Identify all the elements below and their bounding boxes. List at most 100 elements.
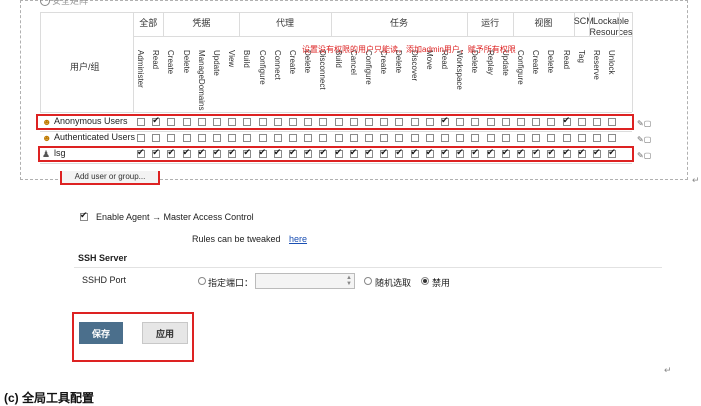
- permission-checkbox[interactable]: [608, 134, 617, 142]
- agent-access-checkbox[interactable]: [80, 210, 88, 221]
- column-header: Create: [531, 50, 541, 75]
- column-header: Unlock: [607, 50, 617, 75]
- column-header: Workspace: [455, 50, 465, 90]
- fixed-port-label: 指定端口：: [208, 278, 254, 288]
- permission-checkbox[interactable]: [334, 134, 343, 142]
- annotation-text: 设置没有权限的用户只能读，添加admin用户，赋予所有权限: [302, 45, 516, 54]
- column-header: Reserve: [592, 50, 601, 80]
- permission-checkbox[interactable]: [562, 134, 571, 142]
- paragraph-mark-icon: ↵: [692, 175, 700, 185]
- permission-checkbox[interactable]: [228, 134, 237, 142]
- anonymous-row-highlight: [36, 114, 634, 130]
- permission-checkbox[interactable]: [243, 134, 252, 142]
- column-header: Read: [440, 50, 449, 70]
- principal-header: 用户/组: [70, 62, 100, 72]
- permission-checkbox[interactable]: [441, 134, 449, 142]
- permission-checkbox[interactable]: [319, 134, 328, 142]
- random-port-label: 随机选取: [375, 278, 412, 288]
- paragraph-mark-icon: ↵: [664, 365, 672, 375]
- radio-disable[interactable]: [421, 277, 429, 285]
- permission-checkbox[interactable]: [456, 134, 465, 142]
- column-header: Tag: [576, 50, 586, 63]
- column-header: Move: [424, 50, 434, 70]
- row-actions-icon[interactable]: ✎▢: [637, 135, 651, 144]
- port-input[interactable]: ▲ ▼: [255, 273, 355, 289]
- agent-access-label: Enable Agent → Master Access Control: [96, 212, 254, 222]
- column-header: View: [227, 50, 237, 68]
- row-actions-icon[interactable]: ✎▢: [637, 151, 651, 160]
- column-header: Delete: [303, 50, 313, 74]
- column-header: ManageDomains: [196, 50, 206, 111]
- column-header: Delete: [181, 50, 191, 74]
- permission-checkbox[interactable]: [167, 134, 176, 142]
- permission-checkbox[interactable]: [289, 134, 297, 142]
- permission-checkbox[interactable]: [471, 134, 480, 142]
- permission-checkbox[interactable]: [182, 134, 191, 142]
- apply-button[interactable]: 应用: [142, 322, 188, 344]
- column-header: Discover: [409, 50, 419, 82]
- column-header: Create: [379, 50, 389, 75]
- permission-checkbox[interactable]: [501, 134, 510, 142]
- add-user-label: Add user or group...: [74, 172, 146, 181]
- column-header: Create: [288, 50, 297, 75]
- column-header: Configure: [364, 50, 373, 85]
- column-header: Disconnect: [318, 50, 328, 90]
- permission-checkbox[interactable]: [304, 134, 313, 142]
- group-header: SCM: [573, 16, 594, 26]
- permission-checkbox[interactable]: [517, 134, 525, 142]
- permission-checkbox[interactable]: [425, 134, 434, 142]
- column-header: Read: [561, 50, 571, 70]
- permission-checkbox[interactable]: [547, 134, 556, 142]
- permission-checkbox[interactable]: [152, 134, 161, 142]
- group-header: Lockable Resources: [589, 16, 633, 37]
- permission-checkbox[interactable]: [365, 134, 373, 142]
- permission-checkbox[interactable]: [577, 134, 586, 142]
- group-header: 视图: [534, 18, 553, 28]
- rules-link[interactable]: here: [289, 234, 307, 244]
- group-header: 全部: [139, 18, 158, 28]
- permission-checkbox[interactable]: [395, 134, 404, 142]
- principal-name: Authenticated Users: [54, 132, 136, 142]
- permission-checkbox[interactable]: [380, 134, 389, 142]
- lsg-row-highlight: [38, 146, 634, 162]
- radio-fixed-port[interactable]: [198, 277, 206, 285]
- column-header: Replay: [485, 50, 495, 75]
- column-header: Read: [151, 50, 161, 70]
- permission-checkbox[interactable]: [486, 134, 495, 142]
- column-header: Cancel: [348, 50, 358, 75]
- permission-checkbox[interactable]: [349, 134, 358, 142]
- column-header: Build: [242, 50, 252, 68]
- permission-checkbox[interactable]: [213, 134, 221, 142]
- group-icon: ☻: [42, 133, 52, 143]
- column-header: Configure: [257, 50, 267, 85]
- radio-random-port[interactable]: [364, 277, 372, 285]
- column-header: Administer: [136, 50, 145, 88]
- column-header: Delete: [394, 50, 404, 74]
- apply-label: 应用: [155, 328, 174, 339]
- add-user-button[interactable]: Add user or group...: [60, 171, 160, 185]
- footer-caption: (c) 全局工具配置: [4, 391, 95, 405]
- column-header: Build: [333, 50, 343, 68]
- permission-checkbox[interactable]: [593, 134, 601, 142]
- top-partial-label: 安全矩阵: [52, 0, 89, 6]
- column-header: Delete: [470, 50, 480, 74]
- permission-checkbox[interactable]: [273, 134, 282, 142]
- permission-checkbox[interactable]: [197, 134, 206, 142]
- disable-label: 禁用: [432, 278, 451, 288]
- row-actions-icon[interactable]: ✎▢: [637, 119, 651, 128]
- group-header: 任务: [389, 18, 408, 28]
- column-header: Connect: [272, 50, 282, 80]
- permission-checkbox[interactable]: [532, 134, 541, 142]
- permission-checkbox[interactable]: [137, 134, 145, 142]
- permission-checkbox[interactable]: [258, 134, 267, 142]
- sshd-port-label: SSHD Port: [82, 275, 127, 285]
- group-header: 运行: [481, 18, 500, 28]
- column-header: Update: [500, 50, 510, 76]
- permission-checkbox[interactable]: [410, 134, 419, 142]
- ssh-divider: [74, 267, 662, 268]
- save-button[interactable]: 保存: [79, 322, 123, 344]
- column-header: Create: [166, 50, 176, 75]
- stepper-icon[interactable]: ▲ ▼: [346, 275, 352, 287]
- group-header: 凭据: [192, 18, 211, 28]
- column-header: Delete: [546, 50, 556, 74]
